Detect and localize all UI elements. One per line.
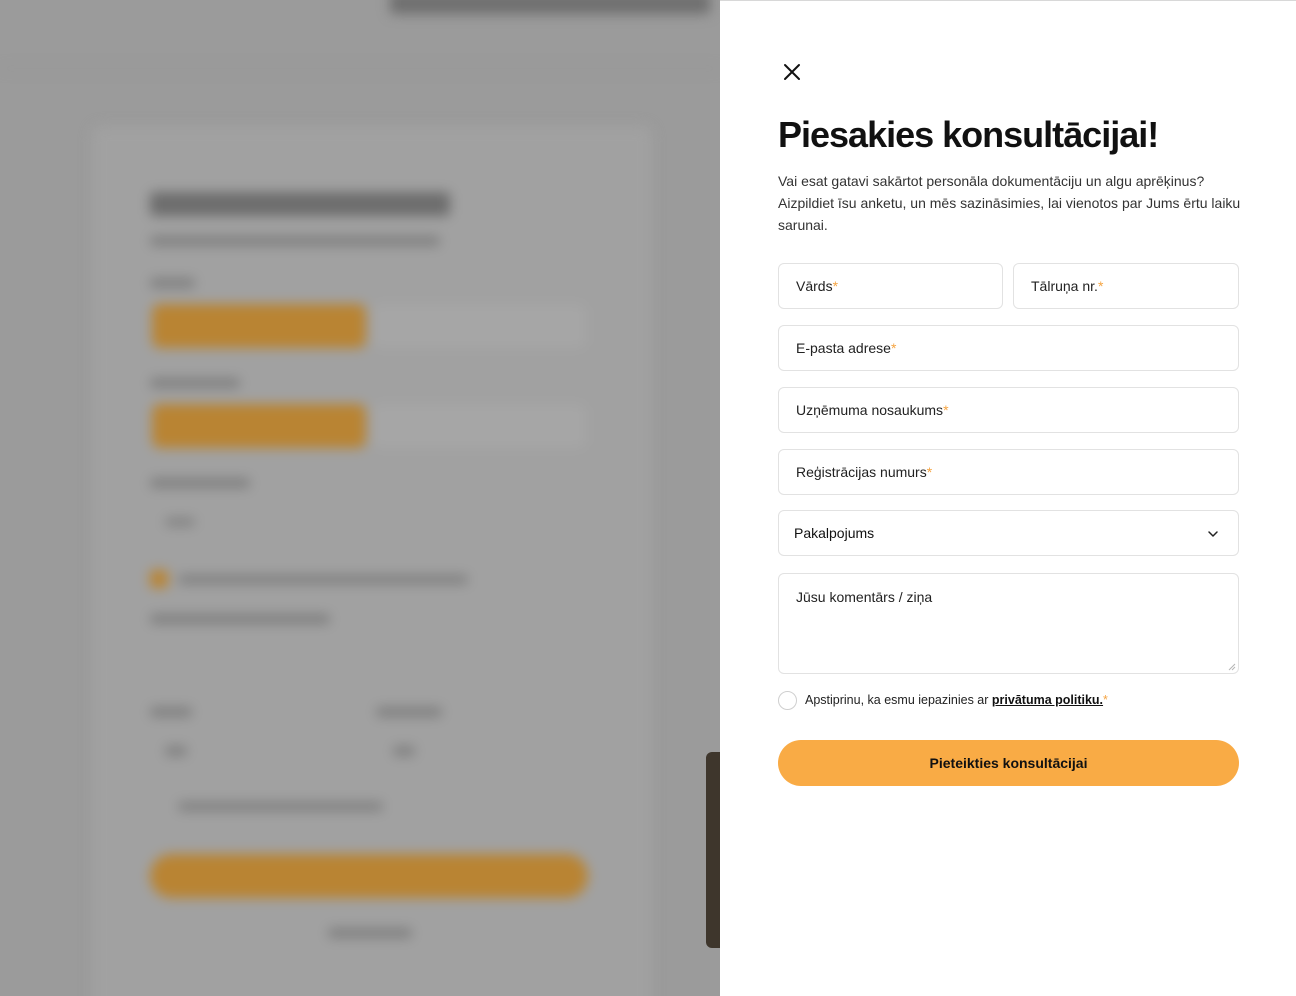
consent-text: Apstiprinu, ka esmu iepazinies ar privāt… bbox=[805, 693, 1108, 707]
blurred-checkbox-label bbox=[178, 802, 383, 811]
required-mark: * bbox=[890, 340, 897, 356]
privacy-consent: Apstiprinu, ka esmu iepazinies ar privāt… bbox=[778, 690, 1108, 710]
blurred-label bbox=[150, 478, 250, 488]
service-label: Pakalpojums bbox=[794, 525, 875, 541]
name-field[interactable]: Vārds* bbox=[778, 263, 1003, 309]
close-icon bbox=[784, 64, 800, 80]
resize-handle-icon[interactable] bbox=[1228, 663, 1236, 671]
email-field[interactable]: E-pasta adrese* bbox=[778, 325, 1239, 371]
name-label: Vārds* bbox=[796, 278, 839, 294]
blurred-divider bbox=[0, 68, 720, 69]
blurred-toggle bbox=[372, 304, 586, 348]
blurred-card-title bbox=[150, 192, 450, 216]
chevron-down-icon bbox=[1208, 531, 1218, 537]
blurred-button bbox=[150, 854, 588, 898]
blurred-heading bbox=[390, 0, 710, 14]
comment-label: Jūsu komentārs / ziņa bbox=[796, 589, 933, 605]
required-mark: * bbox=[943, 402, 949, 418]
blurred-subtitle bbox=[150, 236, 440, 246]
submit-button[interactable]: Pieteikties konsultācijai bbox=[778, 740, 1239, 786]
email-label: E-pasta adrese* bbox=[796, 340, 897, 356]
blurred-label bbox=[376, 707, 442, 717]
blurred-checkbox-label bbox=[178, 575, 468, 584]
reg-number-field[interactable]: Reģistrācijas numurs* bbox=[778, 449, 1239, 495]
blurred-label bbox=[150, 278, 195, 288]
reg-number-label: Reģistrācijas numurs* bbox=[796, 464, 933, 480]
blurred-label bbox=[150, 614, 330, 624]
blurred-checkbox bbox=[150, 570, 168, 588]
blurred-dark-card bbox=[706, 752, 720, 948]
panel-top-border bbox=[720, 0, 1296, 1]
phone-field[interactable]: Tālruņa nr.* bbox=[1013, 263, 1239, 309]
close-button[interactable] bbox=[780, 60, 804, 84]
comment-textarea[interactable]: Jūsu komentārs / ziņa bbox=[778, 573, 1239, 674]
blurred-content bbox=[0, 0, 720, 996]
blurred-value bbox=[393, 746, 415, 756]
blurred-toggle-active bbox=[152, 304, 366, 348]
required-mark: * bbox=[926, 464, 933, 480]
panel-title: Piesakies konsultācijai! bbox=[778, 114, 1159, 155]
phone-label: Tālruņa nr.* bbox=[1031, 278, 1104, 294]
required-mark: * bbox=[832, 278, 839, 294]
panel-intro: Vai esat gatavi sakārtot personāla dokum… bbox=[778, 173, 1241, 233]
privacy-policy-link[interactable]: privātuma politiku. bbox=[992, 693, 1103, 707]
consent-radio[interactable] bbox=[778, 690, 797, 710]
service-select[interactable]: Pakalpojums bbox=[778, 510, 1239, 556]
blurred-toggle-active bbox=[152, 404, 366, 448]
blurred-value bbox=[165, 518, 195, 526]
blurred-label bbox=[150, 378, 240, 388]
blurred-label bbox=[150, 707, 192, 717]
blurred-link bbox=[328, 928, 412, 938]
blurred-toggle bbox=[372, 404, 586, 448]
required-mark: * bbox=[1103, 693, 1108, 707]
blurred-value bbox=[165, 746, 187, 756]
company-label: Uzņēmuma nosaukums* bbox=[796, 402, 949, 418]
required-mark: * bbox=[1097, 278, 1104, 294]
background-page-overlay bbox=[0, 0, 720, 996]
company-field[interactable]: Uzņēmuma nosaukums* bbox=[778, 387, 1239, 433]
